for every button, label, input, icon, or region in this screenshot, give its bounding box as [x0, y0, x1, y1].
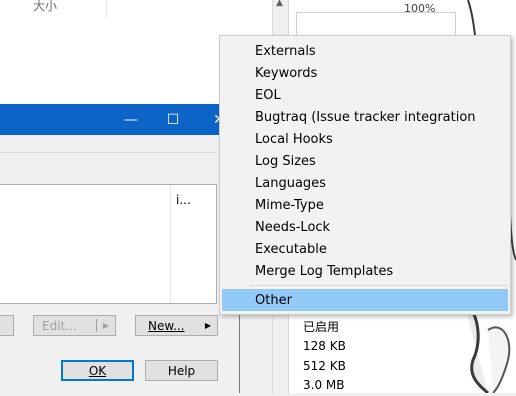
column-divider — [106, 0, 107, 18]
background-value-512kb: 512 KB — [303, 359, 346, 373]
menu-item-keywords[interactable]: Keywords — [222, 62, 508, 84]
divider — [0, 152, 217, 153]
menu-item-local-hooks[interactable]: Local Hooks — [222, 128, 508, 150]
dropdown-arrow-icon: ▶ — [102, 321, 109, 330]
help-button-label: Help — [167, 363, 196, 378]
menu-item-bugtraq[interactable]: Bugtraq (Issue tracker integration — [222, 106, 508, 128]
help-button[interactable]: Help — [145, 360, 218, 381]
menu-item-other[interactable]: Other — [222, 289, 508, 311]
properties-dialog: — ☐ ✕ i... Edit... ▶ New... ▶ OK Help — [0, 104, 240, 393]
properties-list[interactable]: i... — [0, 184, 217, 304]
new-button[interactable]: New... ▶ — [135, 315, 218, 336]
size-column-header[interactable]: 大小 — [33, 0, 57, 14]
menu-item-languages[interactable]: Languages — [222, 172, 508, 194]
background-value-3mb: 3.0 MB — [303, 378, 345, 392]
edit-button-label: Edit... — [42, 318, 77, 333]
remove-button[interactable] — [0, 315, 14, 336]
background-value-enabled: 已启用 — [303, 320, 340, 334]
menu-item-executable[interactable]: Executable — [222, 238, 508, 260]
menu-separator — [250, 285, 508, 286]
maximize-icon: ☐ — [166, 111, 180, 128]
split-separator — [96, 319, 97, 332]
new-property-menu: Externals Keywords EOL Bugtraq (Issue tr… — [219, 35, 511, 315]
progress-percent-text: 100% — [404, 2, 436, 15]
ok-button[interactable]: OK — [61, 360, 134, 381]
minimize-icon: — — [124, 111, 138, 128]
dropdown-arrow-icon: ▶ — [204, 321, 211, 330]
background-value-128kb: 128 KB — [303, 339, 346, 353]
dialog-titlebar[interactable]: — ☐ ✕ — [0, 104, 240, 135]
menu-item-needs-lock[interactable]: Needs-Lock — [222, 216, 508, 238]
maximize-button[interactable]: ☐ — [150, 104, 196, 135]
ok-button-label: OK — [88, 363, 107, 378]
menu-item-eol[interactable]: EOL — [222, 84, 508, 106]
list-column-header[interactable]: i... — [176, 193, 191, 207]
new-button-label: New... — [148, 318, 185, 333]
menu-item-merge-log-templates[interactable]: Merge Log Templates — [222, 260, 508, 282]
list-column-divider — [170, 185, 171, 303]
scroll-up-arrow-icon[interactable]: ▲ — [276, 0, 286, 8]
edit-button[interactable]: Edit... ▶ — [33, 315, 116, 336]
menu-item-log-sizes[interactable]: Log Sizes — [222, 150, 508, 172]
menu-item-mime-type[interactable]: Mime-Type — [222, 194, 508, 216]
minimize-button[interactable]: — — [108, 104, 154, 135]
menu-item-externals[interactable]: Externals — [222, 40, 508, 62]
